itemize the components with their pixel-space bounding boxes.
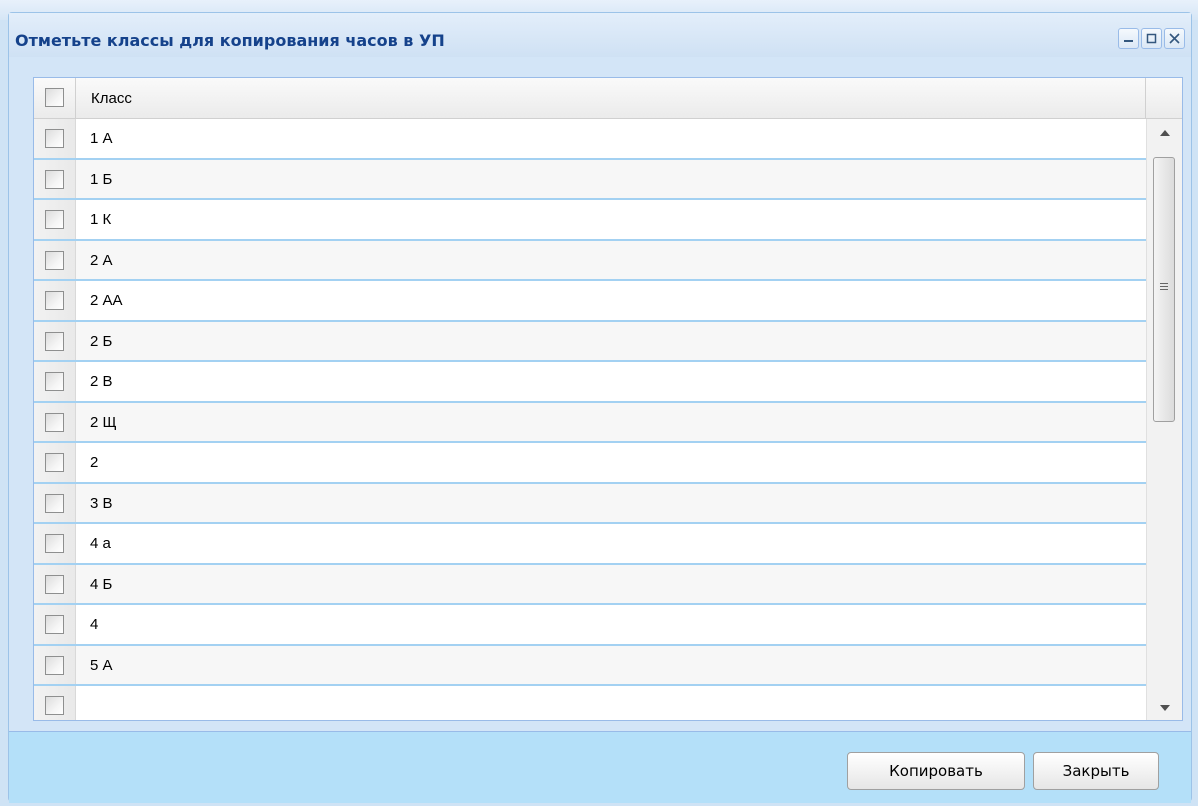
grip-icon [1160, 283, 1168, 290]
row-checkbox[interactable] [45, 372, 64, 391]
class-name: 2 В [90, 373, 113, 390]
maximize-icon[interactable] [1141, 28, 1162, 49]
class-name: 2 АА [90, 292, 123, 309]
row-checkbox[interactable] [45, 291, 64, 310]
row-checkbox[interactable] [45, 129, 64, 148]
row-checkbox[interactable] [45, 574, 64, 594]
table-row[interactable] [34, 686, 1146, 720]
table-row[interactable]: 2 Б [34, 321, 1146, 362]
table-row[interactable]: 3 В [34, 483, 1146, 524]
table-row[interactable]: 1 А [34, 119, 1146, 160]
table-row[interactable]: 1 К [34, 200, 1146, 241]
classes-grid: Класс 1 А 1 Б 1 К 2 А 2 АА 2 Б 2 В 2 Щ 2… [33, 77, 1183, 721]
row-checkbox[interactable] [45, 493, 64, 513]
table-row[interactable]: 2 А [34, 240, 1146, 281]
class-name: 2 Щ [90, 413, 117, 431]
row-checkbox[interactable] [45, 655, 64, 675]
grid-header: Класс [34, 78, 1182, 119]
table-row[interactable]: 2 [34, 443, 1146, 484]
row-checkbox[interactable] [45, 412, 64, 432]
copy-button[interactable]: Копировать [847, 752, 1025, 790]
row-checkbox[interactable] [45, 534, 64, 553]
dialog-titlebar[interactable]: Отметьте классы для копирования часов в … [9, 13, 1191, 57]
table-row[interactable]: 2 Щ [34, 402, 1146, 443]
row-checkbox[interactable] [45, 169, 64, 189]
close-icon[interactable] [1164, 28, 1185, 49]
row-checkbox[interactable] [45, 210, 64, 229]
table-row[interactable]: 2 АА [34, 281, 1146, 322]
class-name: 2 [90, 454, 99, 471]
scroll-down-arrow-icon[interactable] [1147, 696, 1182, 720]
minimize-icon[interactable] [1118, 28, 1139, 49]
header-separator [1145, 78, 1146, 118]
header-checkbox-cell [34, 78, 76, 118]
row-checkbox[interactable] [45, 696, 64, 715]
dialog-title: Отметьте классы для копирования часов в … [15, 31, 445, 50]
class-name: 4 а [90, 535, 111, 552]
class-name: 5 А [90, 656, 113, 674]
close-button[interactable]: Закрыть [1033, 752, 1159, 790]
copy-hours-dialog: Отметьте классы для копирования часов в … [8, 12, 1192, 803]
window-tools [1118, 28, 1185, 49]
table-row[interactable]: 4 [34, 605, 1146, 646]
column-header-class[interactable]: Класс [91, 90, 132, 107]
class-name: 1 А [90, 130, 113, 147]
table-row[interactable]: 5 А [34, 645, 1146, 686]
table-row[interactable]: 4 а [34, 524, 1146, 565]
row-checkbox[interactable] [45, 331, 64, 351]
class-name: 1 К [90, 211, 112, 228]
vertical-scrollbar[interactable] [1146, 119, 1182, 720]
row-checkbox[interactable] [45, 615, 64, 634]
class-name: 3 В [90, 494, 113, 512]
dialog-footer: Копировать Закрыть [9, 731, 1191, 803]
scroll-up-arrow-icon[interactable] [1147, 121, 1182, 145]
table-row[interactable]: 4 Б [34, 564, 1146, 605]
table-row[interactable]: 2 В [34, 362, 1146, 403]
class-name: 2 А [90, 251, 113, 269]
grid-rows: 1 А 1 Б 1 К 2 А 2 АА 2 Б 2 В 2 Щ 2 3 В 4… [34, 119, 1146, 720]
row-checkbox[interactable] [45, 453, 64, 472]
scrollbar-thumb[interactable] [1153, 157, 1175, 422]
class-name: 1 Б [90, 170, 113, 188]
table-row[interactable]: 1 Б [34, 159, 1146, 200]
class-name: 4 Б [90, 575, 113, 593]
class-name: 4 [90, 616, 99, 633]
class-name: 2 Б [90, 332, 113, 350]
select-all-checkbox[interactable] [45, 88, 64, 107]
row-checkbox[interactable] [45, 250, 64, 270]
